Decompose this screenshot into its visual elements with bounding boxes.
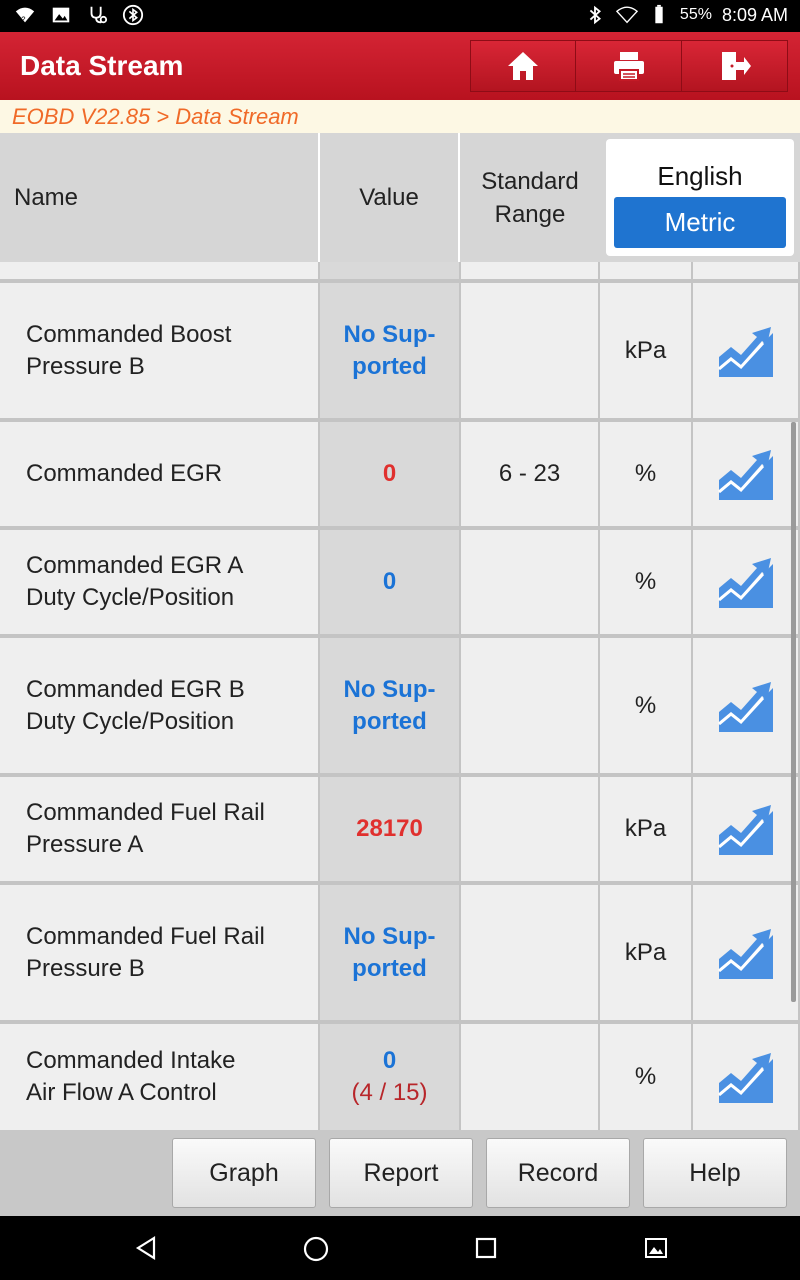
svg-text:?: ? <box>21 14 25 23</box>
standard-range <box>461 885 598 1020</box>
line-graph-icon <box>717 326 773 377</box>
line-graph-icon <box>717 1053 773 1103</box>
parameter-name: Commanded Intake Air Flow A Control <box>0 1024 318 1130</box>
stethoscope-icon <box>90 6 108 24</box>
status-bar: ? 55% 8:09 AM <box>0 0 800 32</box>
bottom-toolbar: Graph Report Record Help <box>0 1130 800 1216</box>
graph-toggle[interactable] <box>693 638 798 773</box>
parameter-name: Commanded EGR A Duty Cycle/Position <box>0 530 318 634</box>
line-graph-icon <box>717 681 773 732</box>
page-title: Data Stream <box>20 50 184 81</box>
parameter-value: No Sup-ported <box>320 283 459 418</box>
parameter-name: Commanded EGR B Duty Cycle/Position <box>0 638 318 773</box>
standard-range <box>461 1024 598 1130</box>
graph-toggle[interactable] <box>693 283 798 418</box>
clock: 8:09 AM <box>721 4 788 25</box>
table-row[interactable]: Commanded EGR A Duty Cycle/Position 0 % <box>0 530 800 634</box>
bluetooth-icon <box>589 5 601 25</box>
standard-range: 6 - 23 <box>461 422 598 526</box>
printer-icon <box>613 52 644 81</box>
table-row[interactable]: Commanded EGR B Duty Cycle/Position No Su… <box>0 638 800 773</box>
parameter-unit: % <box>600 422 691 526</box>
parameter-unit: kPa <box>600 283 691 418</box>
scrollbar[interactable] <box>791 422 796 1002</box>
home-nav-icon[interactable] <box>303 1236 329 1262</box>
standard-range <box>461 777 598 881</box>
home-button[interactable] <box>470 40 576 92</box>
battery-level: 55% <box>679 6 712 23</box>
recents-icon[interactable] <box>474 1236 498 1260</box>
graph-button[interactable]: Graph <box>172 1138 316 1208</box>
unit-toggle: English Metric <box>606 139 794 256</box>
system-nav-bar <box>0 1216 800 1280</box>
graph-toggle[interactable] <box>693 777 798 881</box>
bluetooth-circle-icon <box>122 4 144 26</box>
standard-range <box>461 530 598 634</box>
graph-toggle[interactable] <box>693 1024 798 1130</box>
parameter-unit: % <box>600 530 691 634</box>
parameter-unit: % <box>600 638 691 773</box>
graph-toggle[interactable] <box>693 885 798 1020</box>
parameter-value: 0 <box>320 530 459 634</box>
parameter-unit: kPa <box>600 777 691 881</box>
standard-range <box>461 283 598 418</box>
column-header-range: Standard Range <box>460 133 600 262</box>
range-header-line1: Standard <box>481 167 579 195</box>
line-graph-icon <box>717 450 773 500</box>
table-row-partial <box>0 262 800 279</box>
line-graph-icon <box>717 928 773 979</box>
home-icon <box>508 52 538 80</box>
table-row[interactable]: Commanded Intake Air Flow A Control 0 (4 /… <box>0 1024 800 1130</box>
range-header-line2: Range <box>494 200 566 228</box>
unit-option-metric[interactable]: Metric <box>614 197 786 248</box>
table-row[interactable]: Commanded EGR 0 6 - 23 % <box>0 422 800 526</box>
report-button[interactable]: Report <box>329 1138 473 1208</box>
wifi-icon <box>615 6 638 24</box>
breadcrumb: EOBD V22.85 > Data Stream <box>0 100 800 133</box>
table-row[interactable]: Commanded Fuel Rail Pressure A 28170 kPa <box>0 777 800 881</box>
parameter-value: 0 <box>320 422 459 526</box>
back-icon[interactable] <box>134 1236 158 1260</box>
record-button[interactable]: Record <box>486 1138 630 1208</box>
line-graph-icon <box>717 558 773 608</box>
parameter-name: Commanded Fuel Rail Pressure A <box>0 777 318 881</box>
parameter-value: 28170 <box>320 777 459 881</box>
line-graph-icon <box>717 805 773 855</box>
screenshot-icon[interactable] <box>644 1236 668 1260</box>
table-row[interactable]: Commanded Boost Pressure B No Sup-ported … <box>0 283 800 418</box>
parameter-unit: kPa <box>600 885 691 1020</box>
column-header-value: Value <box>320 133 460 262</box>
parameter-name: Commanded Fuel Rail Pressure B <box>0 885 318 1020</box>
graph-toggle[interactable] <box>693 530 798 634</box>
parameter-value: No Sup-ported <box>320 885 459 1020</box>
app-bar: Data Stream <box>0 32 800 100</box>
column-header-name: Name <box>0 133 320 262</box>
data-stream-table[interactable]: Commanded Boost Pressure B No Sup-ported … <box>0 262 800 1130</box>
exit-icon <box>721 52 751 80</box>
battery-icon <box>655 4 663 24</box>
parameter-name: Commanded EGR <box>0 422 318 526</box>
table-row[interactable]: Commanded Fuel Rail Pressure B No Sup-por… <box>0 885 800 1020</box>
image-icon <box>52 7 70 23</box>
graph-toggle[interactable] <box>693 422 798 526</box>
print-button[interactable] <box>576 40 682 92</box>
table-header: Name Value Standard Range English Metric <box>0 133 800 262</box>
wifi-question-icon: ? <box>15 7 35 23</box>
parameter-unit: % <box>600 1024 691 1130</box>
unit-option-english[interactable]: English <box>606 161 794 192</box>
parameter-name: Commanded Boost Pressure B <box>0 283 318 418</box>
parameter-value: 0 (4 / 15) <box>320 1024 459 1130</box>
exit-button[interactable] <box>682 40 788 92</box>
standard-range <box>461 638 598 773</box>
parameter-value: No Sup-ported <box>320 638 459 773</box>
help-button[interactable]: Help <box>643 1138 787 1208</box>
